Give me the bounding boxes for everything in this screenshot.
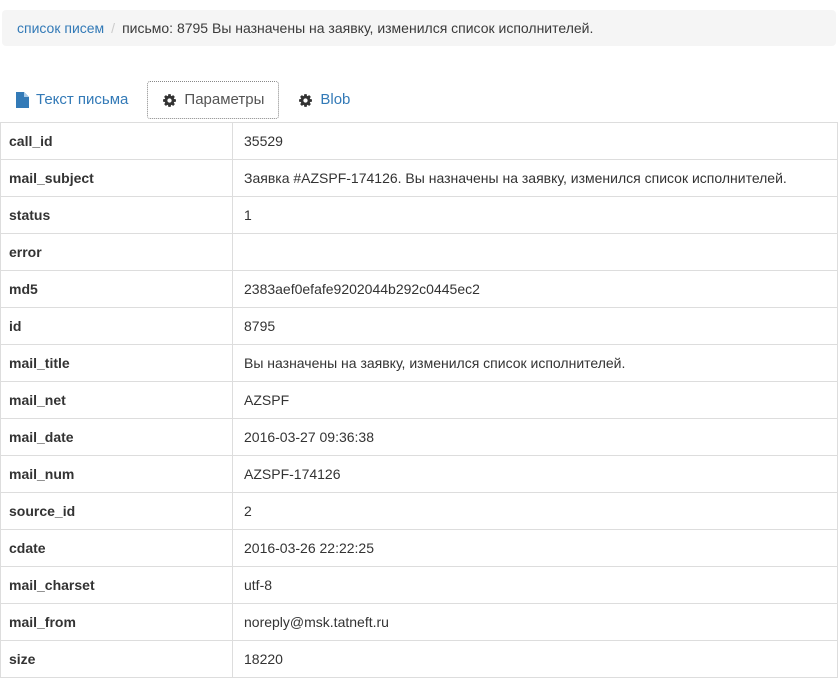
row-value: 2 bbox=[233, 493, 838, 530]
row-key: mail_net bbox=[1, 382, 233, 419]
row-key: mail_from bbox=[1, 604, 233, 641]
table-row: error bbox=[1, 234, 838, 271]
table-row: mail_net AZSPF bbox=[1, 382, 838, 419]
tab-label: Параметры bbox=[184, 92, 264, 108]
row-value: 2016-03-27 09:36:38 bbox=[233, 419, 838, 456]
row-key: mail_charset bbox=[1, 567, 233, 604]
row-value: Вы назначены на заявку, изменился список… bbox=[233, 345, 838, 382]
row-key: md5 bbox=[1, 271, 233, 308]
row-value: 8795 bbox=[233, 308, 838, 345]
file-icon bbox=[15, 92, 29, 108]
tab-label: Текст письма bbox=[36, 92, 128, 108]
row-key: error bbox=[1, 234, 233, 271]
row-value: utf-8 bbox=[233, 567, 838, 604]
row-value: AZSPF-174126 bbox=[233, 456, 838, 493]
row-value: 2383aef0efafe9202044b292c0445ec2 bbox=[233, 271, 838, 308]
table-row: mail_from noreply@msk.tatneft.ru bbox=[1, 604, 838, 641]
row-value: noreply@msk.tatneft.ru bbox=[233, 604, 838, 641]
gear-icon bbox=[298, 93, 313, 108]
row-key: mail_title bbox=[1, 345, 233, 382]
table-row: cdate 2016-03-26 22:22:25 bbox=[1, 530, 838, 567]
table-row: status 1 bbox=[1, 197, 838, 234]
table-row: mail_num AZSPF-174126 bbox=[1, 456, 838, 493]
row-key: size bbox=[1, 641, 233, 678]
row-value: 18220 bbox=[233, 641, 838, 678]
row-value: 2016-03-26 22:22:25 bbox=[233, 530, 838, 567]
row-value: 1 bbox=[233, 197, 838, 234]
breadcrumb-current: письмо: 8795 Вы назначены на заявку, изм… bbox=[122, 20, 593, 36]
row-key: cdate bbox=[1, 530, 233, 567]
table-row: id 8795 bbox=[1, 308, 838, 345]
tab-label: Blob bbox=[320, 92, 350, 108]
table-row: size 18220 bbox=[1, 641, 838, 678]
table-row: source_id 2 bbox=[1, 493, 838, 530]
row-key: call_id bbox=[1, 123, 233, 160]
table-row: mail_title Вы назначены на заявку, измен… bbox=[1, 345, 838, 382]
table-row: mail_date 2016-03-27 09:36:38 bbox=[1, 419, 838, 456]
row-value bbox=[233, 234, 838, 271]
table-row: call_id 35529 bbox=[1, 123, 838, 160]
tab-blob[interactable]: Blob bbox=[283, 81, 365, 119]
row-key: source_id bbox=[1, 493, 233, 530]
row-key: status bbox=[1, 197, 233, 234]
table-row: mail_subject Заявка #AZSPF-174126. Вы на… bbox=[1, 160, 838, 197]
gear-icon bbox=[162, 93, 177, 108]
breadcrumb: список писем/письмо: 8795 Вы назначены н… bbox=[2, 10, 836, 46]
breadcrumb-separator: / bbox=[104, 20, 122, 36]
row-key: mail_date bbox=[1, 419, 233, 456]
row-value: 35529 bbox=[233, 123, 838, 160]
breadcrumb-link[interactable]: список писем bbox=[17, 20, 104, 36]
table-row: md5 2383aef0efafe9202044b292c0445ec2 bbox=[1, 271, 838, 308]
row-value: Заявка #AZSPF-174126. Вы назначены на за… bbox=[233, 160, 838, 197]
row-value: AZSPF bbox=[233, 382, 838, 419]
parameters-table: call_id 35529 mail_subject Заявка #AZSPF… bbox=[0, 122, 838, 678]
table-row: mail_charset utf-8 bbox=[1, 567, 838, 604]
tab-bar: Текст письма Параметры Blob bbox=[0, 81, 838, 119]
tab-letter-text[interactable]: Текст письма bbox=[0, 81, 143, 119]
tab-parameters[interactable]: Параметры bbox=[147, 81, 279, 119]
row-key: mail_subject bbox=[1, 160, 233, 197]
row-key: mail_num bbox=[1, 456, 233, 493]
row-key: id bbox=[1, 308, 233, 345]
